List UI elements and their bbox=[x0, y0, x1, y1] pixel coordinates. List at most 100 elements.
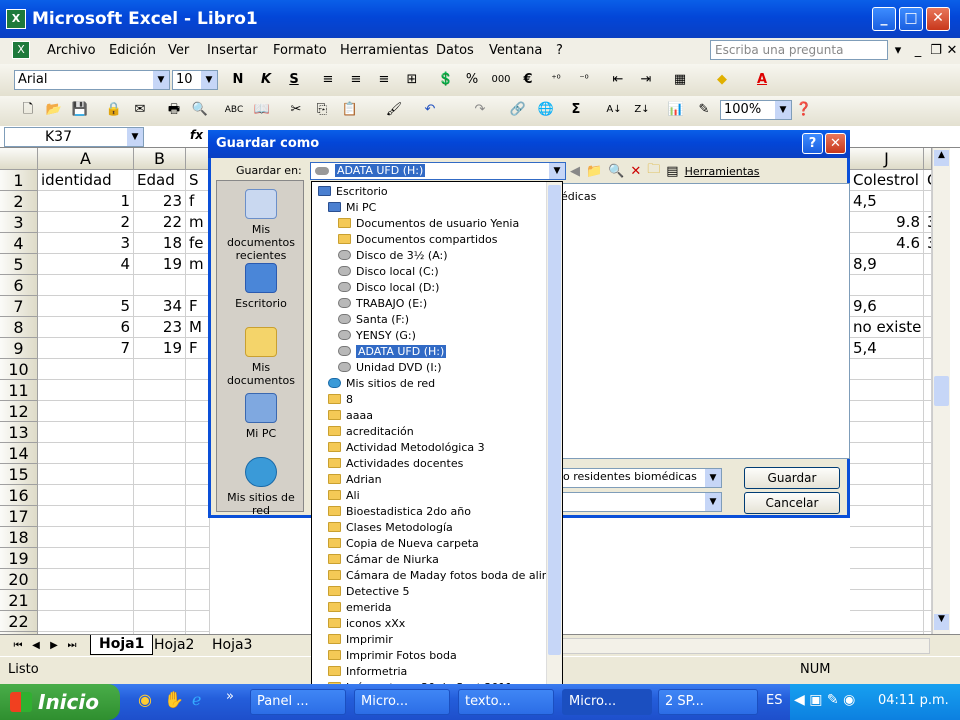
dropdown-item[interactable]: Mi PC bbox=[328, 200, 376, 216]
views-icon[interactable]: ▤ bbox=[666, 164, 678, 179]
row-header[interactable]: 19 bbox=[0, 548, 38, 569]
dropdown-item[interactable]: Detective 5 bbox=[328, 584, 410, 600]
cell-b[interactable]: 18 bbox=[134, 233, 186, 254]
prev-sheet-icon[interactable]: ◀ bbox=[26, 636, 46, 656]
email-icon[interactable]: ✉ bbox=[130, 100, 150, 120]
format-painter-icon[interactable]: 🖌 bbox=[384, 100, 404, 120]
cell-a[interactable] bbox=[38, 422, 134, 443]
dropdown-item[interactable]: Bioestadistica 2do año bbox=[328, 504, 471, 520]
cell-j[interactable] bbox=[850, 590, 924, 611]
cell-k[interactable] bbox=[924, 401, 932, 422]
cell-j[interactable] bbox=[850, 464, 924, 485]
search-web-icon[interactable]: 🔍 bbox=[608, 164, 624, 179]
column-header-b[interactable]: B bbox=[134, 148, 186, 170]
task-panel[interactable]: Panel ... bbox=[250, 689, 346, 715]
cell-c[interactable] bbox=[186, 275, 210, 296]
cell-a[interactable]: 7 bbox=[38, 338, 134, 359]
cell-c[interactable]: M bbox=[186, 317, 210, 338]
cell-a[interactable]: identidad bbox=[38, 170, 134, 191]
ie-icon[interactable]: ℯ bbox=[192, 690, 201, 709]
cell-a[interactable] bbox=[38, 275, 134, 296]
scroll-up-icon[interactable]: ▲ bbox=[934, 150, 949, 166]
cell-c[interactable]: S bbox=[186, 170, 210, 191]
select-all-corner[interactable] bbox=[0, 148, 38, 170]
row-header[interactable]: 12 bbox=[0, 401, 38, 422]
cut-icon[interactable]: ✂ bbox=[286, 100, 306, 120]
dropdown-item[interactable]: emerida bbox=[328, 600, 392, 616]
chevron-down-icon[interactable]: ▼ bbox=[201, 71, 217, 89]
row-header[interactable]: 21 bbox=[0, 590, 38, 611]
cell-c[interactable] bbox=[186, 443, 210, 464]
merge-center-icon[interactable]: ⊞ bbox=[402, 70, 422, 90]
row-header[interactable]: 6 bbox=[0, 275, 38, 296]
cell-a[interactable] bbox=[38, 401, 134, 422]
font-size-select[interactable]: 10 ▼ bbox=[172, 70, 218, 90]
cell-j[interactable] bbox=[850, 401, 924, 422]
dropdown-item[interactable]: TRABAJO (E:) bbox=[338, 296, 427, 312]
chevron-right-icon[interactable]: » bbox=[226, 689, 234, 704]
cell-a[interactable] bbox=[38, 359, 134, 380]
new-icon[interactable]: 🗋 bbox=[18, 100, 38, 120]
font-select[interactable]: Arial ▼ bbox=[14, 70, 170, 90]
last-sheet-icon[interactable]: ⏭ bbox=[62, 636, 82, 656]
currency-icon[interactable]: 💲 bbox=[436, 70, 456, 90]
cell-c[interactable] bbox=[186, 611, 210, 632]
dropdown-item[interactable]: Disco local (D:) bbox=[338, 280, 439, 296]
cell-b[interactable]: 34 bbox=[134, 296, 186, 317]
dropdown-item[interactable]: Disco local (C:) bbox=[338, 264, 439, 280]
cell-k[interactable] bbox=[924, 485, 932, 506]
column-header-j[interactable]: J bbox=[850, 148, 924, 170]
dropdown-item[interactable]: Ali bbox=[328, 488, 360, 504]
dropdown-item[interactable]: Documentos de usuario Yenia bbox=[338, 216, 519, 232]
minimize-button[interactable]: _ bbox=[872, 7, 896, 31]
dropdown-item[interactable]: Documentos compartidos bbox=[338, 232, 498, 248]
cell-k[interactable] bbox=[924, 611, 932, 632]
cell-a[interactable] bbox=[38, 548, 134, 569]
cell-a[interactable]: 2 bbox=[38, 212, 134, 233]
save-icon[interactable]: 💾 bbox=[70, 100, 90, 120]
decrease-decimal-icon[interactable]: ⁻⁰ bbox=[574, 70, 594, 90]
dropdown-item[interactable]: Actividades docentes bbox=[328, 456, 463, 472]
menu-insertar[interactable]: Insertar bbox=[207, 43, 258, 58]
menu-herramientas[interactable]: Herramientas bbox=[340, 43, 429, 58]
task-texto[interactable]: texto... bbox=[458, 689, 554, 715]
workbook-icon[interactable]: X bbox=[12, 41, 30, 59]
cell-a[interactable]: 6 bbox=[38, 317, 134, 338]
delete-icon[interactable]: ✕ bbox=[630, 164, 641, 179]
cell-k[interactable] bbox=[924, 296, 932, 317]
cell-b[interactable] bbox=[134, 485, 186, 506]
cell-c[interactable]: f bbox=[186, 191, 210, 212]
dialog-close-button[interactable]: ✕ bbox=[825, 133, 846, 154]
cell-c[interactable] bbox=[186, 422, 210, 443]
cell-b[interactable] bbox=[134, 464, 186, 485]
first-sheet-icon[interactable]: ⏮ bbox=[8, 636, 28, 656]
save-button[interactable]: Guardar bbox=[744, 467, 840, 489]
cell-k[interactable] bbox=[924, 569, 932, 590]
row-header[interactable]: 5 bbox=[0, 254, 38, 275]
menu-ventana[interactable]: Ventana bbox=[489, 43, 542, 58]
chevron-down-icon[interactable]: ▼ bbox=[705, 493, 721, 511]
cell-a[interactable] bbox=[38, 611, 134, 632]
cell-b[interactable]: 19 bbox=[134, 254, 186, 275]
chevron-down-icon[interactable]: ▼ bbox=[705, 469, 721, 487]
dropdown-item[interactable]: Escritorio bbox=[318, 184, 388, 200]
print-icon[interactable]: 🖶 bbox=[164, 100, 184, 120]
cell-j[interactable] bbox=[850, 569, 924, 590]
cell-j[interactable]: 9.8 bbox=[850, 212, 924, 233]
cell-k[interactable]: C bbox=[924, 170, 932, 191]
cell-j[interactable] bbox=[850, 485, 924, 506]
menu-archivo[interactable]: Archivo bbox=[47, 43, 96, 58]
underline-button[interactable]: S bbox=[284, 70, 304, 90]
fx-icon[interactable]: fx bbox=[190, 128, 203, 142]
cell-a[interactable]: 1 bbox=[38, 191, 134, 212]
cell-k[interactable] bbox=[924, 275, 932, 296]
chevron-down-icon[interactable]: ▼ bbox=[127, 128, 143, 146]
quick-launch-icon[interactable]: ◉ bbox=[138, 690, 152, 709]
thousands-button[interactable]: 000 bbox=[488, 70, 514, 90]
paste-icon[interactable]: 📋 bbox=[340, 100, 360, 120]
autosum-button[interactable]: Σ bbox=[566, 100, 586, 120]
save-in-dropdown-list[interactable]: Escritorio Mi PC Documentos de usuario Yen… bbox=[311, 181, 563, 695]
cell-a[interactable] bbox=[38, 485, 134, 506]
file-type-select[interactable]: ▼ bbox=[548, 492, 722, 512]
place-recent[interactable]: Mis documentos recientes bbox=[217, 189, 305, 262]
